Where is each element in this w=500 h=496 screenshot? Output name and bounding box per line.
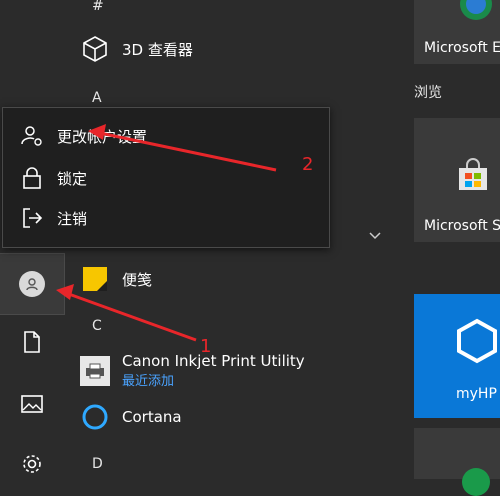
printer-icon — [80, 356, 110, 386]
settings-button[interactable] — [0, 436, 64, 496]
annotation-number-1: 1 — [200, 336, 212, 357]
document-icon — [22, 331, 42, 357]
list-item-cortana[interactable]: Cortana — [80, 402, 182, 432]
tile-group-browse: 浏览 — [414, 85, 442, 101]
sign-out-item[interactable]: 注销 — [3, 198, 329, 238]
tile-label: Microsoft E — [424, 40, 500, 56]
list-item-canon[interactable]: Canon Inkjet Print Utility 最近添加 — [80, 352, 305, 389]
list-item-3d-viewer[interactable]: 3D 查看器 — [80, 34, 193, 64]
edge-icon — [458, 0, 494, 26]
cube-icon — [80, 34, 110, 64]
user-account-flyout: 更改帐户设置 锁定 注销 — [2, 107, 330, 248]
sticky-note-icon — [80, 264, 110, 294]
tiles-area: Microsoft E Microsoft S myHP — [410, 0, 500, 496]
recently-added-label: 最近添加 — [122, 374, 175, 389]
menu-item-label: 更改帐户设置 — [57, 127, 148, 146]
pictures-button[interactable] — [0, 376, 64, 436]
tile-edge[interactable]: Microsoft E — [414, 0, 500, 64]
tile-label: myHP — [456, 386, 497, 402]
tile-store[interactable]: Microsoft S — [414, 118, 500, 242]
tile-partial[interactable] — [414, 428, 500, 496]
lock-item[interactable]: 锁定 — [3, 158, 329, 198]
menu-item-label: 注销 — [57, 209, 88, 228]
user-account-button[interactable] — [0, 253, 65, 315]
annotation-number-2: 2 — [302, 154, 314, 175]
app-name: 便笺 — [122, 270, 153, 289]
tile-myhp[interactable]: myHP — [414, 294, 500, 418]
group-header-a[interactable]: A — [92, 90, 102, 106]
cortana-ring-icon — [80, 402, 110, 432]
hp-logo-icon — [454, 318, 500, 368]
store-bag-icon — [456, 158, 490, 196]
group-header-c[interactable]: C — [92, 318, 102, 334]
group-header-d[interactable]: D — [92, 456, 103, 472]
user-avatar-icon — [19, 271, 45, 297]
chevron-down-icon[interactable] — [368, 226, 382, 245]
sign-out-icon — [19, 205, 45, 231]
app-name: Cortana — [122, 408, 182, 426]
app-name: Canon Inkjet Print Utility — [122, 352, 305, 370]
gear-icon — [21, 453, 43, 479]
user-settings-icon — [19, 123, 45, 149]
tile-label: Microsoft S — [424, 218, 500, 234]
app-icon — [462, 468, 490, 496]
list-item-sticky-notes[interactable]: 便笺 — [80, 264, 152, 294]
change-account-settings-item[interactable]: 更改帐户设置 — [3, 116, 329, 156]
pictures-icon — [21, 395, 43, 417]
lock-icon — [19, 165, 45, 191]
app-name: 3D 查看器 — [122, 40, 193, 59]
documents-button[interactable] — [0, 314, 64, 374]
group-header-hash[interactable]: # — [92, 0, 104, 14]
menu-item-label: 锁定 — [57, 169, 88, 188]
